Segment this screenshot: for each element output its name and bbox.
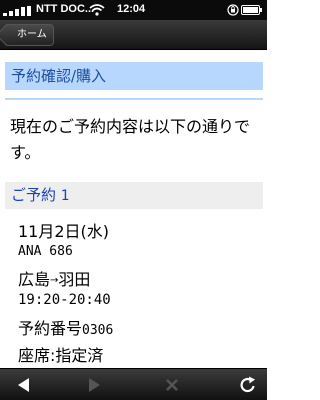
reservation-section-label: ご予約: [11, 186, 57, 204]
origin-airport: 広島: [18, 270, 51, 289]
back-arrow-icon: [18, 378, 29, 392]
orientation-lock-icon: [227, 4, 239, 16]
carrier-name: NTT DOC...: [36, 3, 95, 15]
back-button-label: ホーム: [17, 29, 47, 40]
navigation-bar: ホーム: [0, 20, 267, 50]
page-title: 予約確認/購入: [5, 62, 263, 90]
signal-icon: [3, 6, 31, 16]
browser-back-button[interactable]: [4, 369, 44, 400]
reservation-section-header: ご予約 1: [5, 182, 263, 209]
forward-arrow-icon: [89, 378, 100, 392]
booking-label: 予約番号: [18, 319, 83, 338]
seat-status: 座席:指定済: [18, 346, 104, 365]
destination-airport: 羽田: [58, 270, 91, 289]
flight-route: 広島→羽田: [18, 266, 90, 290]
booking-reference: 予約番号0306: [18, 315, 113, 339]
intro-text: 現在のご予約内容は以下の通りです。: [10, 117, 251, 162]
browser-reload-button[interactable]: [228, 369, 268, 400]
clock: 12:04: [117, 3, 146, 15]
stop-icon: [166, 379, 178, 391]
flight-times: 19:20-20:40: [18, 292, 111, 308]
page-content: 予約確認/購入 現在のご予約内容は以下の通りです。 ご予約 1 11月2日(水)…: [0, 50, 267, 368]
browser-stop-button[interactable]: [152, 369, 192, 400]
home-back-button[interactable]: ホーム: [4, 24, 54, 46]
reload-icon: [240, 376, 255, 393]
browser-toolbar: [0, 368, 267, 400]
flight-date: 11月2日(水): [18, 222, 110, 241]
flight-number: ANA 686: [18, 244, 73, 259]
wifi-icon: [89, 4, 105, 16]
reservation-number: 1: [60, 188, 70, 204]
status-bar: NTT DOC... 12:04: [0, 0, 267, 20]
battery-icon: [241, 5, 262, 15]
booking-number: 0306: [82, 323, 114, 338]
heading-divider: [5, 98, 263, 100]
browser-forward-button[interactable]: [74, 369, 114, 400]
